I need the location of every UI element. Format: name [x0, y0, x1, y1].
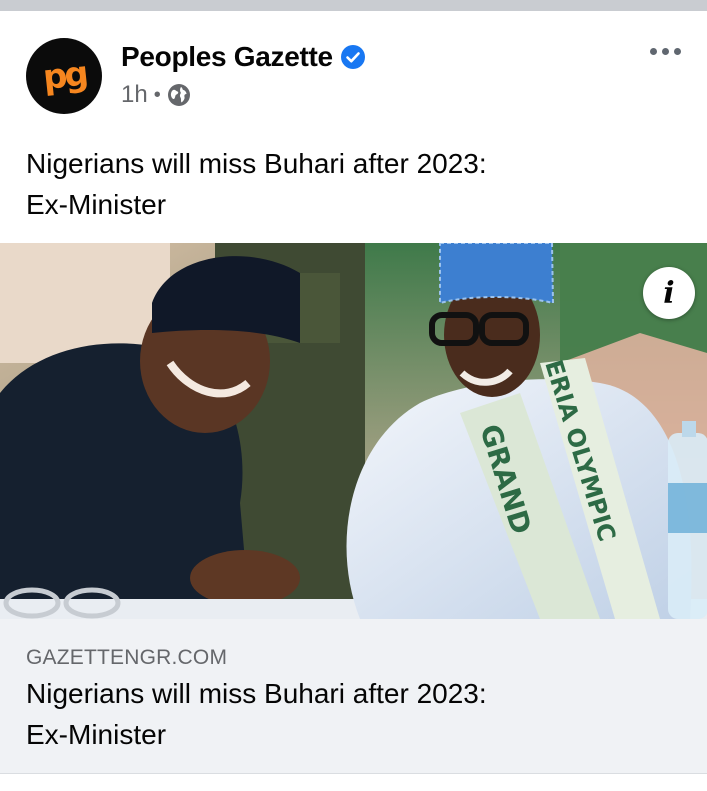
- meta-separator: •: [153, 83, 161, 106]
- page-name-row: Peoples Gazette: [121, 39, 365, 75]
- link-title-line: Nigerians will miss Buhari after 2023:: [26, 678, 487, 709]
- post-text: Nigerians will miss Buhari after 2023: E…: [26, 143, 666, 225]
- link-preview[interactable]: GAZETTENGR.COM Nigerians will miss Buhar…: [0, 619, 707, 774]
- more-horizontal-icon: [649, 47, 657, 55]
- verified-badge-icon: [340, 45, 365, 69]
- page-name[interactable]: Peoples Gazette: [121, 41, 333, 73]
- post-photo[interactable]: ERIA OLYMPIC GRAND: [0, 243, 707, 619]
- link-title: Nigerians will miss Buhari after 2023: E…: [26, 673, 666, 755]
- post-meta: 1h •: [121, 81, 191, 109]
- link-title-line: Ex-Minister: [26, 719, 167, 750]
- post-text-line: Nigerians will miss Buhari after 2023:: [26, 148, 487, 179]
- avatar-logo-text: pg: [40, 53, 88, 99]
- facebook-post-card: pg Peoples Gazette 1h • Nigerians will m…: [0, 0, 707, 791]
- link-domain: GAZETTENGR.COM: [26, 646, 228, 669]
- info-icon[interactable]: i: [643, 267, 695, 319]
- page-avatar[interactable]: pg: [26, 38, 102, 114]
- post-timestamp[interactable]: 1h: [121, 81, 148, 109]
- post-header: pg Peoples Gazette 1h •: [0, 11, 707, 131]
- post-text-line: Ex-Minister: [26, 189, 167, 220]
- photo-illustration: ERIA OLYMPIC GRAND: [0, 243, 707, 619]
- more-options-button[interactable]: [645, 41, 685, 61]
- feed-divider: [0, 0, 707, 11]
- globe-icon[interactable]: [167, 83, 191, 107]
